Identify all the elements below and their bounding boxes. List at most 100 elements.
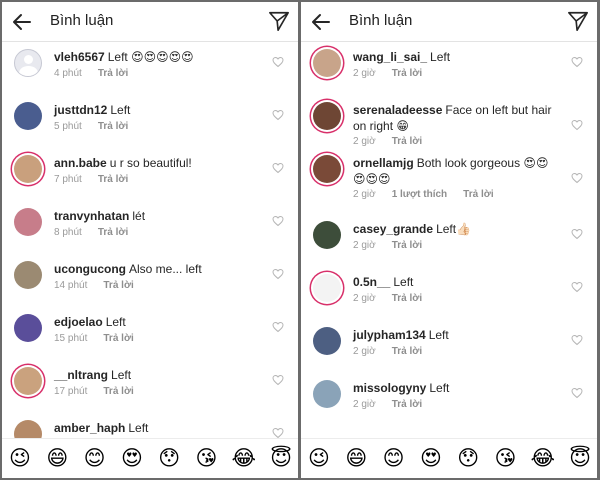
reply-button[interactable]: Trả lời (103, 386, 133, 397)
heart-icon[interactable] (571, 387, 583, 399)
emoji-button[interactable]: 😍 (418, 445, 444, 471)
heart-icon[interactable] (272, 215, 284, 227)
reply-button[interactable]: Trả lời (392, 346, 422, 357)
avatar[interactable] (313, 274, 341, 302)
send-icon[interactable] (268, 10, 290, 32)
heart-icon[interactable] (272, 321, 284, 333)
comment-username[interactable]: julypham134 (353, 328, 426, 342)
heart-icon[interactable] (272, 374, 284, 386)
comment-username[interactable]: serenaladeesse (353, 103, 442, 117)
comment-text: casey_grande Left👍🏻 (353, 221, 559, 237)
emoji-button[interactable]: 😇 (268, 445, 294, 471)
comment-text: tranvynhatan lét (54, 208, 260, 224)
comment-username[interactable]: edjoelao (54, 315, 103, 329)
emoji-button[interactable]: 😊 (381, 445, 407, 471)
emoji-button[interactable]: 😄 (343, 445, 369, 471)
avatar[interactable] (14, 155, 42, 183)
comment-time: 2 giờ (353, 346, 376, 357)
back-arrow-icon[interactable] (309, 10, 333, 34)
comment-text: __nltrang Left (54, 367, 260, 383)
reply-button[interactable]: Trả lời (98, 227, 128, 238)
comment-username[interactable]: tranvynhatan (54, 209, 129, 223)
avatar[interactable] (14, 261, 42, 289)
avatar[interactable] (313, 221, 341, 249)
avatar[interactable] (14, 102, 42, 130)
reply-button[interactable]: Trả lời (392, 68, 422, 79)
avatar[interactable] (313, 49, 341, 77)
heart-icon[interactable] (571, 281, 583, 293)
comment-username[interactable]: __nltrang (54, 368, 108, 382)
emoji-button[interactable]: 😇 (567, 445, 593, 471)
emoji-button[interactable]: 😘 (194, 445, 220, 471)
reply-button[interactable]: Trả lời (103, 280, 133, 291)
comments-panel-right: Bình luận wang_li_sai_ Left 2 giờ Trả lời se… (301, 2, 597, 478)
avatar[interactable] (14, 208, 42, 236)
reply-button[interactable]: Trả lời (463, 189, 493, 200)
reply-button[interactable]: Trả lời (392, 399, 422, 410)
comment-username[interactable]: wang_li_sai_ (353, 50, 427, 64)
comment-meta: 2 giờ Trả lời (353, 293, 422, 304)
emoji-button[interactable]: 😊 (82, 445, 108, 471)
avatar[interactable] (313, 380, 341, 408)
send-icon[interactable] (567, 10, 589, 32)
comment-username[interactable]: vleh6567 (54, 50, 105, 64)
comment-text: justtdn12 Left (54, 102, 260, 118)
reply-button[interactable]: Trả lời (98, 121, 128, 132)
comment-username[interactable]: justtdn12 (54, 103, 107, 117)
likes-count[interactable]: 1 lượt thích (392, 189, 447, 200)
heart-icon[interactable] (272, 268, 284, 280)
comments-header: Bình luận (301, 2, 597, 42)
comment-username[interactable]: missologyny (353, 381, 426, 395)
comment-time: 2 giờ (353, 136, 376, 147)
reply-button[interactable]: Trả lời (392, 293, 422, 304)
comment-body: Left (429, 381, 450, 395)
heart-icon[interactable] (571, 228, 583, 240)
comment-username[interactable]: casey_grande (353, 222, 433, 236)
heart-icon[interactable] (571, 334, 583, 346)
comments-panel-left: Bình luận vleh6567 Left 😍😍😍😍😍 4 phút Trả lờ… (2, 2, 298, 478)
avatar[interactable] (313, 155, 341, 183)
comment-row: vleh6567 Left 😍😍😍😍😍 4 phút Trả lời (2, 42, 298, 94)
comment-username[interactable]: ann.babe (54, 156, 107, 170)
reply-button[interactable]: Trả lời (392, 240, 422, 251)
emoji-button[interactable]: 😯 (455, 445, 481, 471)
comment-list: vleh6567 Left 😍😍😍😍😍 4 phút Trả lời justtdn12… (2, 42, 298, 438)
avatar[interactable] (313, 327, 341, 355)
comment-body: Also me... left (129, 262, 202, 276)
heart-icon[interactable] (272, 109, 284, 121)
comment-body: u r so beautiful! (109, 156, 192, 170)
comment-row: __nltrang Left 17 phút Trả lời (2, 360, 298, 412)
emoji-button[interactable]: 😘 (493, 445, 519, 471)
heart-icon[interactable] (272, 162, 284, 174)
reply-button[interactable]: Trả lời (98, 68, 128, 79)
reply-button[interactable]: Trả lời (392, 136, 422, 147)
comment-username[interactable]: amber_haph (54, 421, 125, 435)
comment-username[interactable]: 0.5n__ (353, 275, 390, 289)
emoji-button[interactable]: 😄 (44, 445, 70, 471)
comment-username[interactable]: ornellamjg (353, 156, 414, 170)
heart-icon[interactable] (272, 56, 284, 68)
emoji-button[interactable]: 😉 (7, 445, 33, 471)
avatar[interactable] (14, 49, 42, 77)
emoji-button[interactable]: 😂 (530, 445, 556, 471)
heart-icon[interactable] (571, 56, 583, 68)
heart-icon[interactable] (571, 172, 583, 184)
avatar[interactable] (14, 420, 42, 438)
emoji-button[interactable]: 😉 (306, 445, 332, 471)
avatar[interactable] (14, 314, 42, 342)
back-arrow-icon[interactable] (10, 10, 34, 34)
comment-username[interactable]: ucongucong (54, 262, 126, 276)
reply-button[interactable]: Trả lời (98, 174, 128, 185)
avatar[interactable] (14, 367, 42, 395)
heart-icon[interactable] (571, 119, 583, 131)
emoji-button[interactable]: 😍 (119, 445, 145, 471)
page-title: Bình luận (50, 12, 114, 29)
comment-time: 8 phút (54, 227, 82, 238)
comment-meta: 5 phút Trả lời (54, 121, 128, 132)
emoji-button[interactable]: 😂 (231, 445, 257, 471)
emoji-button[interactable]: 😯 (156, 445, 182, 471)
reply-button[interactable]: Trả lời (103, 333, 133, 344)
heart-icon[interactable] (272, 427, 284, 438)
avatar[interactable] (313, 102, 341, 130)
comment-row: edjoelao Left 15 phút Trả lời (2, 307, 298, 359)
